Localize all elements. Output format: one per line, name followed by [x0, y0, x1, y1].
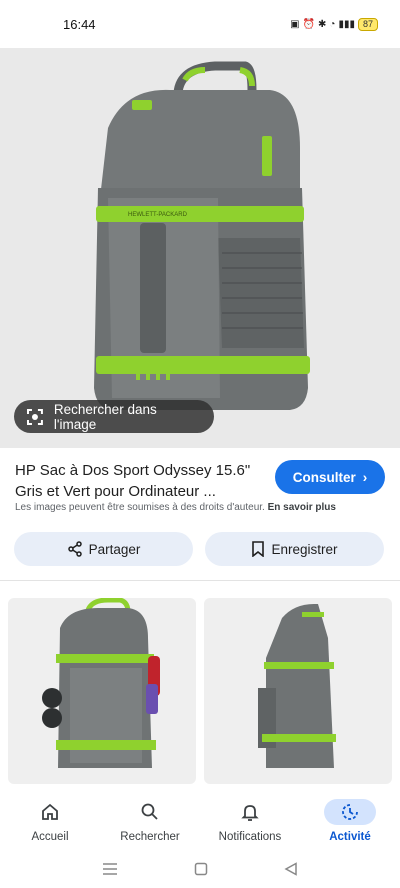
status-time: 16:44	[63, 16, 96, 32]
wifi-icon: ◔	[329, 18, 336, 30]
backpack-thumbnail	[42, 598, 160, 768]
search-in-image-label: Rechercher dans l'image	[53, 401, 157, 432]
status-icons: ▣ ⏰ ✱ ◔ ▮▮▮ 87	[290, 17, 378, 31]
nav-label-search: Rechercher	[120, 831, 180, 843]
back-icon[interactable]	[284, 862, 298, 876]
nav-label-home: Accueil	[31, 831, 69, 843]
lens-icon	[26, 408, 43, 425]
rights-text: Les images peuvent être soumises à des d…	[15, 502, 265, 513]
battery-indicator: 87	[357, 17, 378, 31]
nav-item-home[interactable]: Accueil	[0, 792, 100, 850]
consult-button[interactable]: Consulter ›	[275, 460, 385, 494]
brand-logo-text: HEWLETT-PACKARD	[128, 212, 188, 218]
nav-label-activity: Activité	[329, 831, 371, 843]
related-image-1[interactable]	[8, 598, 196, 784]
home-square-icon[interactable]	[194, 862, 208, 876]
copyright-notice: Les images peuvent être soumises à des d…	[15, 502, 336, 513]
consult-label: Consulter	[292, 469, 356, 485]
bookmark-icon	[252, 541, 265, 557]
system-navigation	[0, 850, 400, 888]
chevron-right-icon: ›	[362, 469, 368, 485]
activity-icon	[324, 799, 376, 825]
bottom-navigation: Accueil Rechercher Notifications Activit…	[0, 792, 400, 850]
bluetooth-icon: ✱	[318, 18, 327, 30]
share-label: Partager	[88, 541, 141, 557]
learn-more-link[interactable]: En savoir plus	[268, 502, 336, 513]
nav-item-search[interactable]: Rechercher	[100, 792, 200, 850]
nav-item-activity[interactable]: Activité	[300, 792, 400, 850]
menu-icon[interactable]	[102, 862, 118, 876]
backpack-side-thumbnail	[258, 604, 336, 768]
save-label: Enregistrer	[271, 541, 338, 557]
signal-icon: ▮▮▮	[338, 18, 355, 30]
share-button[interactable]: Partager	[14, 532, 193, 566]
hero-image[interactable]: HEWLETT-PACKARD Rechercher dans l'image	[0, 48, 400, 448]
related-image-2[interactable]	[204, 598, 392, 784]
save-button[interactable]: Enregistrer	[205, 532, 384, 566]
nav-item-notifications[interactable]: Notifications	[200, 792, 300, 850]
search-icon	[124, 799, 176, 825]
backpack-image: HEWLETT-PACKARD	[94, 61, 310, 410]
product-title-row: HP Sac à Dos Sport Odyssey 15.6" Gris et…	[15, 460, 385, 502]
alarm-icon: ⏰	[302, 18, 316, 30]
bell-icon	[224, 799, 276, 825]
divider	[0, 580, 400, 581]
product-title[interactable]: HP Sac à Dos Sport Odyssey 15.6" Gris et…	[15, 460, 260, 502]
nav-label-notifications: Notifications	[218, 831, 282, 843]
nfc-icon: ▣	[290, 18, 300, 30]
status-bar: 16:44 ▣ ⏰ ✱ ◔ ▮▮▮ 87	[0, 0, 400, 48]
action-buttons: Partager Enregistrer	[14, 532, 384, 566]
search-in-image-button[interactable]: Rechercher dans l'image	[14, 400, 214, 433]
share-icon	[67, 541, 82, 557]
home-icon	[24, 799, 76, 825]
